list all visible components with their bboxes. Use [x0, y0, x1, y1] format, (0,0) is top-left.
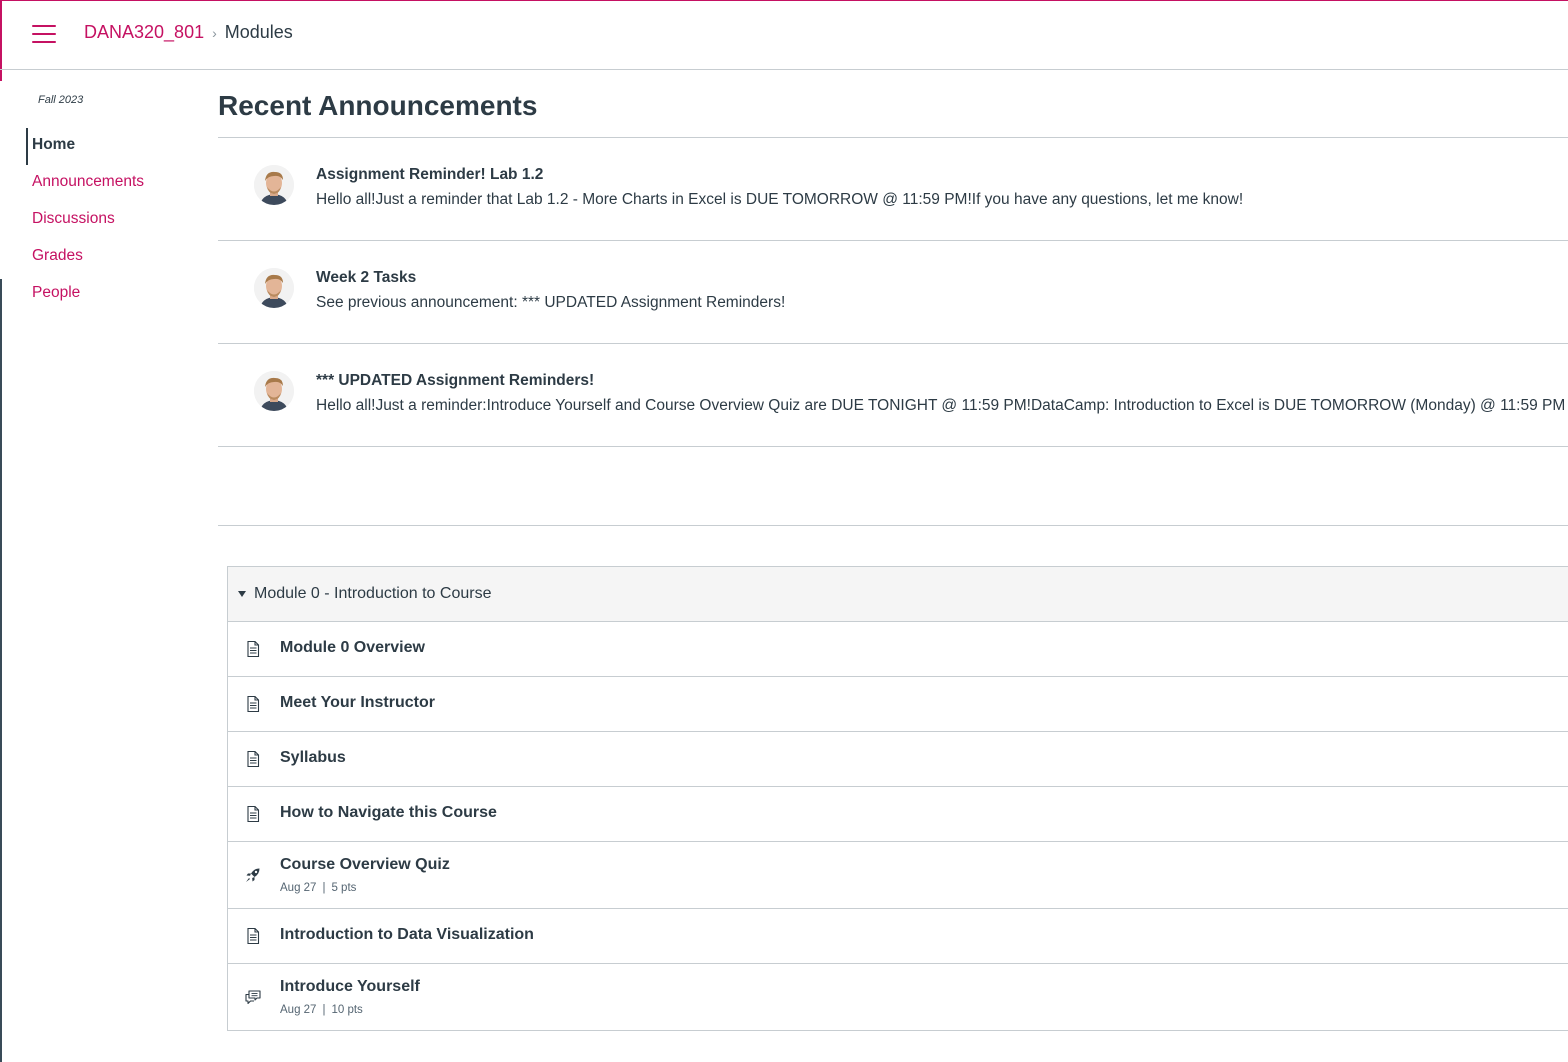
page-icon	[247, 805, 260, 823]
module-item-title[interactable]: Syllabus	[280, 749, 346, 767]
breadcrumb-current: Modules	[224, 22, 293, 42]
announcement-title[interactable]: Assignment Reminder! Lab 1.2	[316, 166, 543, 184]
module-item: Meet Your Instructor	[228, 677, 1568, 732]
meta-separator: |	[322, 1004, 326, 1016]
page-icon	[247, 750, 260, 768]
breadcrumb-separator: ›	[212, 24, 217, 41]
module-item-title[interactable]: Course Overview Quiz	[280, 856, 450, 874]
nav-item-people[interactable]: People	[26, 276, 196, 313]
main-content: Recent Announcements Assignment Reminder…	[218, 90, 1568, 447]
module-item: Module 0 Overview	[228, 622, 1568, 677]
module-title: Module 0 - Introduction to Course	[254, 585, 492, 602]
breadcrumb-course-link[interactable]: DANA320_801	[84, 22, 204, 43]
module-item: Syllabus	[228, 732, 1568, 787]
page-header: DANA320_801 › Modules	[0, 0, 1568, 70]
page-icon	[247, 695, 260, 713]
recent-announcements-heading: Recent Announcements	[218, 90, 1568, 138]
quiz-rocket-icon	[246, 868, 260, 882]
breadcrumb: DANA320_801 › Modules	[84, 22, 293, 43]
page-icon	[247, 640, 260, 658]
page-icon	[247, 927, 260, 945]
nav-item-announcements[interactable]: Announcements	[26, 165, 196, 202]
left-rail	[0, 279, 2, 1062]
module-item-title[interactable]: Module 0 Overview	[280, 639, 425, 657]
module-item-title[interactable]: Meet Your Instructor	[280, 694, 435, 712]
module-item: How to Navigate this Course	[228, 787, 1568, 842]
announcement-title[interactable]: *** UPDATED Assignment Reminders!	[316, 372, 594, 390]
section-divider	[218, 525, 1568, 526]
term-label: Fall 2023	[38, 94, 84, 106]
module-item-title[interactable]: How to Navigate this Course	[280, 804, 497, 822]
announcement-title[interactable]: Week 2 Tasks	[316, 269, 416, 287]
module-item: Introduce Yourself Aug 27 | 10 pts	[228, 964, 1568, 1030]
nav-item-discussions[interactable]: Discussions	[26, 202, 196, 239]
hamburger-menu-icon[interactable]	[32, 25, 56, 43]
module-item-meta: Aug 27 | 10 pts	[280, 1004, 363, 1016]
points: 5 pts	[331, 882, 357, 894]
module-header[interactable]: Module 0 - Introduction to Course	[228, 567, 1568, 622]
avatar[interactable]	[254, 371, 294, 411]
course-nav: Fall 2023 Home Announcements Discussions…	[26, 94, 196, 313]
module-item-title[interactable]: Introduce Yourself	[280, 978, 420, 996]
nav-item-grades[interactable]: Grades	[26, 239, 196, 276]
discussion-icon	[245, 990, 261, 1005]
nav-item-home[interactable]: Home	[26, 128, 196, 165]
announcement-body: Hello all!Just a reminder that Lab 1.2 -…	[316, 191, 1244, 208]
module-item-meta: Aug 27 | 5 pts	[280, 882, 356, 894]
avatar[interactable]	[254, 165, 294, 205]
announcement-item: Week 2 Tasks See previous announcement: …	[218, 241, 1568, 344]
announcement-body: Hello all!Just a reminder:Introduce Your…	[316, 397, 1566, 414]
avatar[interactable]	[254, 268, 294, 308]
module-panel: Module 0 - Introduction to Course Module…	[227, 566, 1568, 1031]
announcement-body: See previous announcement: *** UPDATED A…	[316, 294, 786, 311]
module-item: Course Overview Quiz Aug 27 | 5 pts	[228, 842, 1568, 909]
due-date: Aug 27	[280, 1004, 317, 1016]
meta-separator: |	[322, 882, 326, 894]
caret-down-icon[interactable]	[238, 591, 246, 597]
points: 10 pts	[331, 1004, 363, 1016]
module-item: Introduction to Data Visualization	[228, 909, 1568, 964]
due-date: Aug 27	[280, 882, 317, 894]
module-item-title[interactable]: Introduction to Data Visualization	[280, 926, 534, 944]
announcement-item: Assignment Reminder! Lab 1.2 Hello all!J…	[218, 138, 1568, 241]
announcement-item: *** UPDATED Assignment Reminders! Hello …	[218, 344, 1568, 447]
